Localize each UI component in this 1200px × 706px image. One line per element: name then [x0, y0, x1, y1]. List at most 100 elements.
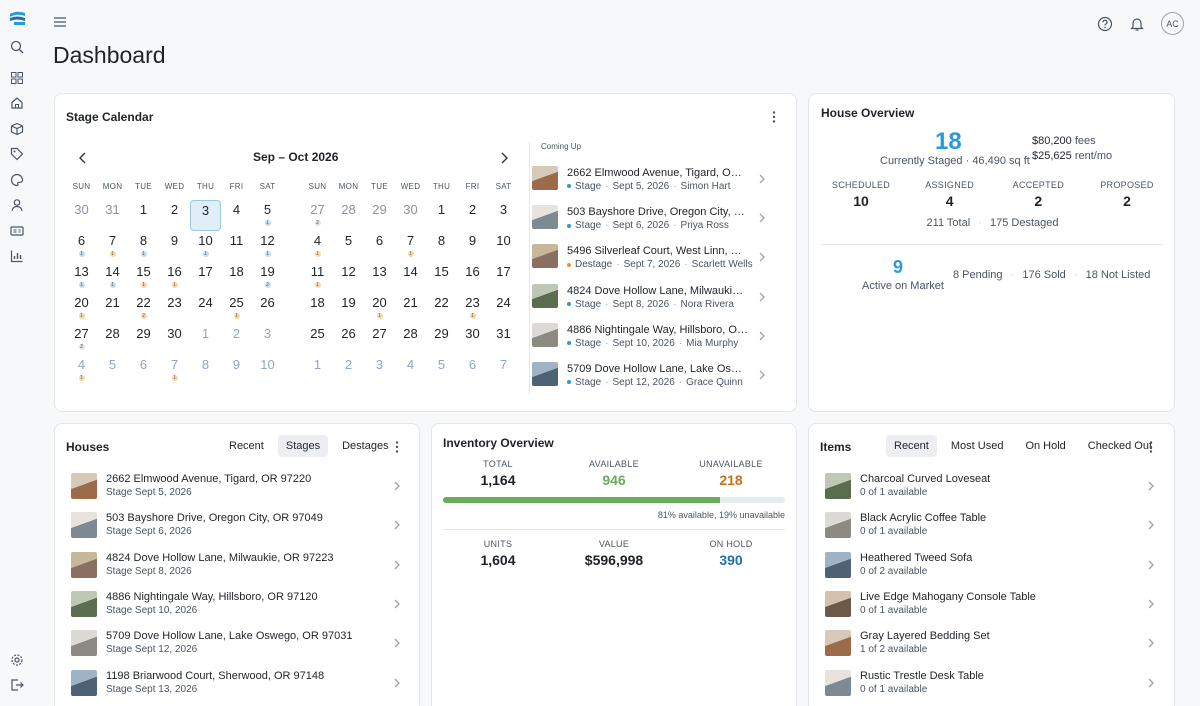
calendar-day[interactable]: 21	[97, 293, 128, 324]
list-item[interactable]: Gray Layered Bedding Set 1 of 2 available	[825, 630, 1160, 660]
avatar[interactable]: AC	[1161, 12, 1184, 35]
list-item[interactable]: 4824 Dove Hollow Lane, Milwaukie, OR 972…	[71, 551, 406, 582]
chart-icon[interactable]	[10, 249, 24, 263]
list-item[interactable]: Live Edge Mahogany Console Table 0 of 1 a…	[825, 590, 1160, 621]
search-icon[interactable]	[10, 40, 24, 54]
calendar-day[interactable]: 26	[333, 324, 364, 355]
calendar-day[interactable]: 13	[364, 262, 395, 293]
tab-recent[interactable]: Recent	[886, 435, 937, 457]
calendar-day[interactable]: 30	[457, 324, 488, 355]
calendar-day[interactable]: 8	[190, 355, 221, 386]
menu-icon[interactable]	[52, 14, 68, 30]
calendar-day[interactable]: 41	[66, 355, 97, 386]
calendar-day[interactable]: 51	[252, 200, 283, 231]
calendar-day[interactable]: 20 1	[364, 293, 395, 324]
calendar-day[interactable]: 15	[426, 262, 457, 293]
list-item[interactable]: Black Acrylic Coffee Table 0 of 1 availab…	[825, 512, 1160, 542]
settings-icon[interactable]	[10, 653, 24, 667]
box-icon[interactable]	[10, 122, 24, 136]
calendar-day[interactable]: 3	[190, 200, 221, 231]
calendar-day[interactable]: 11	[221, 231, 252, 262]
list-item[interactable]: Charcoal Curved Loveseat 0 of 1 available	[825, 473, 1160, 503]
items-more-icon[interactable]	[1145, 440, 1157, 454]
calendar-day[interactable]: 4	[221, 200, 252, 231]
calendar-day[interactable]: 16 1	[159, 262, 190, 293]
logout-icon[interactable]	[10, 678, 24, 692]
calendar-day[interactable]: 1	[426, 200, 457, 231]
calendar-day[interactable]: 28	[333, 200, 364, 231]
calendar-day[interactable]: 1	[128, 200, 159, 231]
calendar-day[interactable]: 5	[426, 355, 457, 386]
calendar-day[interactable]: 6	[364, 231, 395, 262]
calendar-day[interactable]: 9	[457, 231, 488, 262]
calendar-day[interactable]: 23	[159, 293, 190, 324]
list-item[interactable]: Rustic Trestle Desk Table 0 of 1 availabl…	[825, 669, 1160, 700]
calendar-day[interactable]: 17	[488, 262, 519, 293]
calendar-day[interactable]: 10	[252, 355, 283, 386]
calendar-day[interactable]: 27 2	[66, 324, 97, 355]
calendar-day[interactable]: 30	[159, 324, 190, 355]
calendar-day[interactable]: 2	[159, 200, 190, 231]
tab-stages[interactable]: Stages	[277, 435, 329, 457]
calendar-day[interactable]: 5	[333, 231, 364, 262]
calendar-day[interactable]: 71	[97, 231, 128, 262]
bell-icon[interactable]	[1129, 16, 1145, 32]
calendar-day[interactable]: 18	[302, 293, 333, 324]
calendar-day[interactable]: 30	[395, 200, 426, 231]
calendar-day[interactable]: 81	[128, 231, 159, 262]
calendar-day[interactable]: 22	[426, 293, 457, 324]
palette-icon[interactable]	[10, 173, 24, 187]
calendar-day[interactable]: 29	[426, 324, 457, 355]
list-item[interactable]: 1198 Briarwood Court, Sherwood, OR 97148…	[71, 669, 406, 700]
calendar-day[interactable]: 2	[333, 355, 364, 386]
calendar-day[interactable]: 4	[395, 355, 426, 386]
calendar-day[interactable]: 26	[252, 293, 283, 324]
prev-month-icon[interactable]	[77, 151, 89, 165]
calendar-more-icon[interactable]	[768, 110, 780, 124]
calendar-day[interactable]: 8	[426, 231, 457, 262]
calendar-day[interactable]: 27	[364, 324, 395, 355]
list-item[interactable]: 4886 Nightingale Way, Hillsboro, OR 9712…	[71, 590, 406, 621]
coming-up-item[interactable]: 4886 Nightingale Way, Hillsboro, OR 9712…	[532, 322, 772, 353]
dashboard-icon[interactable]	[10, 71, 24, 85]
calendar-day[interactable]: 2	[221, 324, 252, 355]
tab-on-hold[interactable]: On Hold	[1017, 435, 1073, 457]
calendar-day[interactable]: 17	[190, 262, 221, 293]
coming-up-item[interactable]: 5709 Dove Hollow Lane, Lake Oswego, OR 9…	[532, 362, 772, 392]
coming-up-item[interactable]: 2662 Elmwood Avenue, Tigard, OR 97220 Sta…	[532, 166, 772, 196]
list-item[interactable]: 503 Bayshore Drive, Oregon City, OR 9704…	[71, 512, 406, 542]
calendar-day[interactable]: 41	[302, 231, 333, 262]
calendar-day[interactable]: 18	[221, 262, 252, 293]
calendar-day[interactable]: 29	[128, 324, 159, 355]
calendar-day[interactable]: 13 1	[66, 262, 97, 293]
list-item[interactable]: Heathered Tweed Sofa 0 of 2 available	[825, 551, 1160, 582]
calendar-day[interactable]: 3	[364, 355, 395, 386]
calendar-day[interactable]: 25	[302, 324, 333, 355]
calendar-day[interactable]: 3	[252, 324, 283, 355]
calendar-day[interactable]: 10	[488, 231, 519, 262]
calendar-day[interactable]: 28	[97, 324, 128, 355]
home-icon[interactable]	[10, 96, 24, 110]
tag-icon[interactable]	[10, 147, 24, 161]
calendar-day[interactable]: 71	[159, 355, 190, 386]
tab-destages[interactable]: Destages	[334, 435, 396, 457]
calendar-day[interactable]: 15 1	[128, 262, 159, 293]
calendar-day[interactable]: 22 2	[128, 293, 159, 324]
calendar-day[interactable]: 7	[488, 355, 519, 386]
calendar-day[interactable]: 16	[457, 262, 488, 293]
calendar-day[interactable]: 29	[364, 200, 395, 231]
calendar-day[interactable]: 31	[97, 200, 128, 231]
calendar-day[interactable]: 10 1	[190, 231, 221, 262]
next-month-icon[interactable]	[498, 151, 510, 165]
tab-most-used[interactable]: Most Used	[943, 435, 1012, 457]
calendar-day[interactable]: 28	[395, 324, 426, 355]
houses-more-icon[interactable]	[391, 440, 403, 454]
calendar-day[interactable]: 27 2	[302, 200, 333, 231]
calendar-day[interactable]: 30	[66, 200, 97, 231]
calendar-day[interactable]: 24	[488, 293, 519, 324]
calendar-day[interactable]: 2	[457, 200, 488, 231]
calendar-day[interactable]: 21	[395, 293, 426, 324]
calendar-day[interactable]: 14 1	[97, 262, 128, 293]
calendar-day[interactable]: 31	[488, 324, 519, 355]
calendar-day[interactable]: 19 2	[252, 262, 283, 293]
